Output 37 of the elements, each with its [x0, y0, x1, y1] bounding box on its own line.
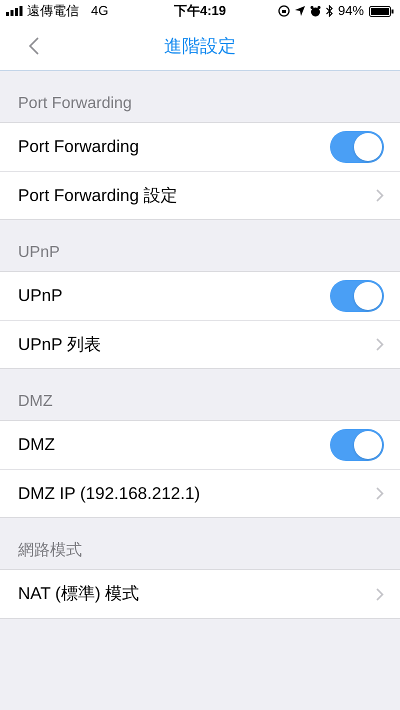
- row-label: Port Forwarding 設定: [18, 184, 179, 207]
- battery-percentage: 94%: [338, 2, 364, 20]
- network-type: 4G: [91, 2, 108, 20]
- settings-row[interactable]: UPnP: [0, 272, 400, 320]
- settings-row[interactable]: DMZ: [0, 421, 400, 469]
- section-header: Port Forwarding: [18, 94, 132, 114]
- section-header: UPnP: [18, 243, 60, 263]
- row-label: DMZ IP (192.168.212.1): [18, 482, 202, 505]
- row-label: Port Forwarding: [18, 136, 140, 158]
- section-header: DMZ: [18, 392, 53, 412]
- location-icon: [294, 6, 305, 16]
- row-label: NAT (標準) 模式: [18, 583, 140, 606]
- settings-row[interactable]: DMZ IP (192.168.212.1): [0, 469, 400, 517]
- row-label: UPnP 列表: [18, 334, 102, 356]
- row-label: UPnP: [18, 285, 64, 308]
- chevron-icon: [376, 588, 384, 600]
- clock-time: 下午4:19: [174, 2, 226, 20]
- settings-row[interactable]: NAT (標準) 模式: [0, 570, 400, 618]
- battery-icon: [369, 6, 394, 16]
- signal-icon: [6, 6, 23, 16]
- settings-row[interactable]: Port Forwarding 設定: [0, 171, 400, 219]
- toggle-switch[interactable]: [330, 429, 384, 461]
- row-label: DMZ: [18, 434, 56, 456]
- back-icon: [29, 37, 39, 55]
- section-header: 網路模式: [18, 540, 82, 561]
- chevron-icon: [376, 487, 384, 500]
- chevron-icon: [376, 338, 384, 351]
- toggle-switch[interactable]: [330, 131, 384, 163]
- settings-row[interactable]: UPnP 列表: [0, 320, 400, 368]
- nav-title: 進階設定: [164, 34, 236, 58]
- chevron-icon: [376, 189, 384, 202]
- settings-row[interactable]: Port Forwarding: [0, 123, 400, 171]
- toggle-switch[interactable]: [330, 280, 384, 312]
- alarm-icon: [310, 6, 321, 16]
- rotation-lock-icon: [278, 5, 290, 17]
- carrier-name: 遠傳電信: [27, 2, 79, 20]
- bluetooth-icon: [326, 5, 333, 17]
